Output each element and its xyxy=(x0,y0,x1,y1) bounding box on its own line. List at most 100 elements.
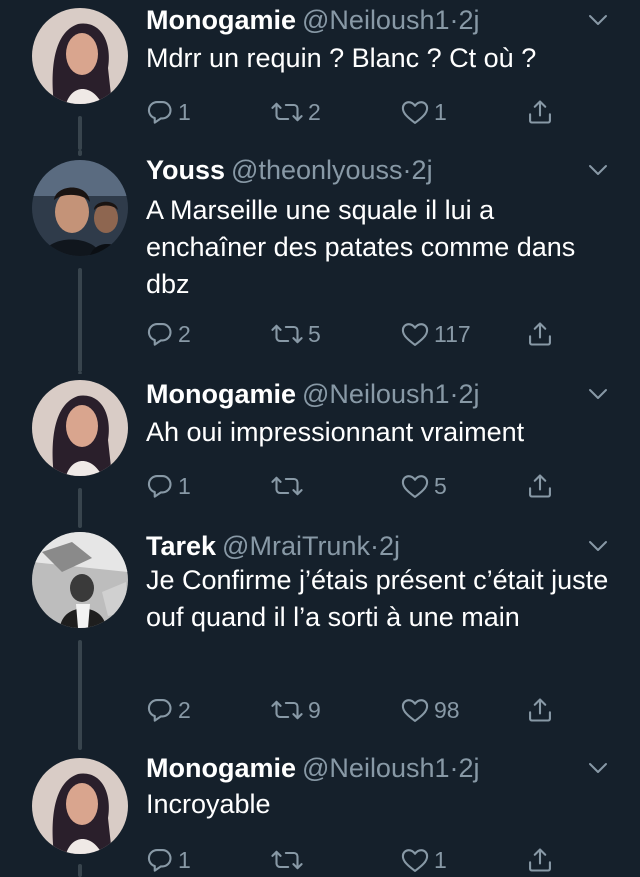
chevron-down-icon[interactable] xyxy=(586,756,610,780)
reply-icon xyxy=(146,846,174,874)
like-icon xyxy=(400,696,430,724)
share-button[interactable] xyxy=(526,690,554,730)
share-button[interactable] xyxy=(526,314,554,354)
chevron-down-icon[interactable] xyxy=(586,534,610,558)
like-button[interactable]: 1 xyxy=(400,840,447,877)
tweet-text: Incroyable xyxy=(146,789,271,819)
display-name[interactable]: Monogamie xyxy=(146,753,296,783)
tweet-actions: 1 5 xyxy=(146,466,576,506)
like-icon xyxy=(400,320,430,348)
reply-count: 2 xyxy=(178,320,191,347)
retweet-icon xyxy=(270,696,304,724)
username-handle[interactable]: @Neiloush1 xyxy=(302,753,450,783)
tweet-text: Mdrr un requin ? Blanc ? Ct où ? xyxy=(146,43,537,73)
chevron-down-icon[interactable] xyxy=(586,8,610,32)
tweet-header: Monogamie @Neiloush1·2j xyxy=(146,376,480,412)
share-icon xyxy=(526,320,554,348)
tweet[interactable]: Youss @theonlyouss·2j A Marseille une squ… xyxy=(0,150,640,372)
separator: · xyxy=(449,379,459,409)
reply-count: 1 xyxy=(178,472,191,499)
tweet-header: Monogamie @Neiloush1·2j xyxy=(146,2,480,38)
username-handle[interactable]: @Neiloush1 xyxy=(302,5,450,35)
username-handle[interactable]: @MraiTrunk xyxy=(222,531,370,561)
share-button[interactable] xyxy=(526,466,554,506)
like-icon xyxy=(400,98,430,126)
reply-icon xyxy=(146,98,174,126)
timestamp[interactable]: 2j xyxy=(459,379,480,409)
display-name[interactable]: Monogamie xyxy=(146,5,296,35)
share-icon xyxy=(526,98,554,126)
like-button[interactable]: 117 xyxy=(400,314,471,354)
retweet-button[interactable]: 5 xyxy=(270,314,321,354)
timestamp[interactable]: 2j xyxy=(459,753,480,783)
tweet-text: A Marseille une squale il lui a enchaîne… xyxy=(146,195,576,299)
retweet-button[interactable]: 9 xyxy=(270,690,321,730)
retweet-count: 5 xyxy=(308,320,321,347)
retweet-count: 2 xyxy=(308,98,321,125)
avatar[interactable] xyxy=(32,8,128,104)
reply-icon xyxy=(146,472,174,500)
like-count: 1 xyxy=(434,846,447,873)
chevron-down-icon[interactable] xyxy=(586,158,610,182)
thread-line xyxy=(78,372,82,374)
separator: · xyxy=(449,753,459,783)
reply-button[interactable]: 2 xyxy=(146,314,191,354)
avatar[interactable] xyxy=(32,532,128,628)
timestamp[interactable]: 2j xyxy=(459,5,480,35)
tweet-actions: 2 5 117 xyxy=(146,314,576,354)
like-button[interactable]: 98 xyxy=(400,690,460,730)
like-button[interactable]: 1 xyxy=(400,92,447,132)
retweet-icon xyxy=(270,846,304,874)
like-count: 5 xyxy=(434,472,447,499)
display-name[interactable]: Monogamie xyxy=(146,379,296,409)
chevron-down-icon[interactable] xyxy=(586,382,610,406)
display-name[interactable]: Youss xyxy=(146,155,225,185)
tweet-header: Monogamie @Neiloush1·2j xyxy=(146,750,480,786)
tweet[interactable]: Monogamie @Neiloush1·2j Incroyable 1 1 xyxy=(0,750,640,877)
share-icon xyxy=(526,696,554,724)
reply-button[interactable]: 1 xyxy=(146,466,191,506)
tweet[interactable]: Tarek @MraiTrunk·2j Je Confirme j’étais p… xyxy=(0,528,640,750)
username-handle[interactable]: @theonlyouss xyxy=(231,155,403,185)
reply-button[interactable]: 1 xyxy=(146,92,191,132)
avatar[interactable] xyxy=(32,380,128,476)
display-name[interactable]: Tarek xyxy=(146,531,216,561)
retweet-button[interactable] xyxy=(270,840,308,877)
separator: · xyxy=(369,531,379,561)
share-button[interactable] xyxy=(526,92,554,132)
tweet-header: Youss @theonlyouss·2j xyxy=(146,152,433,188)
like-button[interactable]: 5 xyxy=(400,466,447,506)
like-count: 98 xyxy=(434,696,460,723)
username-handle[interactable]: @Neiloush1 xyxy=(302,379,450,409)
like-icon xyxy=(400,472,430,500)
retweet-button[interactable] xyxy=(270,466,308,506)
thread-line xyxy=(78,640,82,750)
thread-line xyxy=(78,268,82,372)
like-count: 117 xyxy=(434,320,471,347)
thread-line xyxy=(78,150,82,156)
retweet-icon xyxy=(270,98,304,126)
reply-button[interactable]: 2 xyxy=(146,690,191,730)
like-count: 1 xyxy=(434,98,447,125)
thread-line xyxy=(78,864,82,877)
avatar[interactable] xyxy=(32,758,128,854)
tweet[interactable]: Monogamie @Neiloush1·2j Ah oui impression… xyxy=(0,372,640,528)
avatar[interactable] xyxy=(32,160,128,256)
tweet[interactable]: Monogamie @Neiloush1·2j Mdrr un requin ? … xyxy=(0,0,640,150)
reply-count: 1 xyxy=(178,98,191,125)
tweet-actions: 1 1 xyxy=(146,840,576,877)
reply-icon xyxy=(146,696,174,724)
separator: · xyxy=(449,5,459,35)
timestamp[interactable]: 2j xyxy=(412,155,433,185)
timestamp[interactable]: 2j xyxy=(379,531,400,561)
tweet-header: Tarek @MraiTrunk·2j xyxy=(146,528,400,564)
separator: · xyxy=(402,155,412,185)
reply-button[interactable]: 1 xyxy=(146,840,191,877)
share-button[interactable] xyxy=(526,840,554,877)
tweet-text: Je Confirme j’étais présent c’était just… xyxy=(146,565,609,632)
tweet-actions: 1 2 1 xyxy=(146,92,576,132)
reply-count: 1 xyxy=(178,846,191,873)
retweet-button[interactable]: 2 xyxy=(270,92,321,132)
retweet-count: 9 xyxy=(308,696,321,723)
like-icon xyxy=(400,846,430,874)
